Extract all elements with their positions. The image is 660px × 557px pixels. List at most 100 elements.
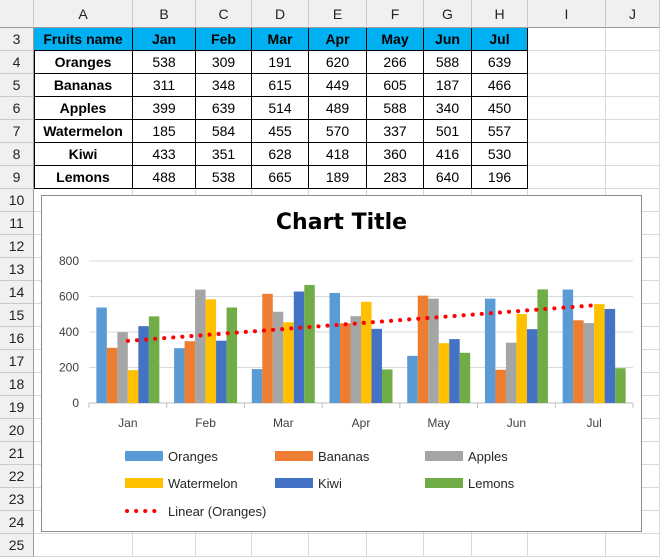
cell[interactable]	[606, 51, 660, 74]
cell[interactable]	[528, 120, 606, 143]
value-cell[interactable]: 488	[133, 166, 196, 189]
value-cell[interactable]: 570	[309, 120, 367, 143]
value-cell[interactable]: 489	[309, 97, 367, 120]
value-cell[interactable]: 557	[472, 120, 528, 143]
cell[interactable]	[252, 534, 309, 557]
cell[interactable]	[606, 28, 660, 51]
value-cell[interactable]: 311	[133, 74, 196, 97]
row-header-18[interactable]: 18	[0, 373, 34, 396]
cell[interactable]	[367, 534, 424, 557]
cell[interactable]	[528, 166, 606, 189]
row-header-8[interactable]: 8	[0, 143, 34, 166]
value-cell[interactable]: 455	[252, 120, 309, 143]
value-cell[interactable]: 588	[424, 51, 472, 74]
value-cell[interactable]: 514	[252, 97, 309, 120]
cell[interactable]	[606, 97, 660, 120]
row-header-9[interactable]: 9	[0, 166, 34, 189]
row-header-6[interactable]: 6	[0, 97, 34, 120]
cell[interactable]	[528, 51, 606, 74]
value-cell[interactable]: 605	[367, 74, 424, 97]
fruit-name-cell[interactable]: Kiwi	[34, 143, 133, 166]
row-header-23[interactable]: 23	[0, 488, 34, 511]
value-cell[interactable]: 615	[252, 74, 309, 97]
table-header-cell[interactable]: Apr	[309, 28, 367, 51]
row-header-17[interactable]: 17	[0, 350, 34, 373]
value-cell[interactable]: 340	[424, 97, 472, 120]
value-cell[interactable]: 450	[472, 97, 528, 120]
cell[interactable]	[606, 74, 660, 97]
value-cell[interactable]: 501	[424, 120, 472, 143]
row-header-13[interactable]: 13	[0, 258, 34, 281]
row-header-22[interactable]: 22	[0, 465, 34, 488]
cell[interactable]	[528, 74, 606, 97]
value-cell[interactable]: 351	[196, 143, 252, 166]
value-cell[interactable]: 584	[196, 120, 252, 143]
value-cell[interactable]: 191	[252, 51, 309, 74]
column-header-g[interactable]: G	[424, 0, 472, 28]
value-cell[interactable]: 189	[309, 166, 367, 189]
row-header-14[interactable]: 14	[0, 281, 34, 304]
value-cell[interactable]: 187	[424, 74, 472, 97]
value-cell[interactable]: 588	[367, 97, 424, 120]
column-header-f[interactable]: F	[367, 0, 424, 28]
value-cell[interactable]: 538	[133, 51, 196, 74]
cell[interactable]	[424, 534, 472, 557]
chart-area[interactable]: Chart Title 0 200 400 600 800 Jan Feb Mar Apr May…	[41, 195, 642, 532]
cell[interactable]	[606, 166, 660, 189]
cell[interactable]	[528, 28, 606, 51]
value-cell[interactable]: 266	[367, 51, 424, 74]
row-header-21[interactable]: 21	[0, 442, 34, 465]
value-cell[interactable]: 360	[367, 143, 424, 166]
cell[interactable]	[34, 534, 133, 557]
cell[interactable]	[606, 143, 660, 166]
fruit-name-cell[interactable]: Bananas	[34, 74, 133, 97]
row-header-3[interactable]: 3	[0, 28, 34, 51]
value-cell[interactable]: 348	[196, 74, 252, 97]
cell[interactable]	[606, 120, 660, 143]
table-header-cell[interactable]: Jul	[472, 28, 528, 51]
select-all-corner[interactable]	[0, 0, 34, 28]
row-header-12[interactable]: 12	[0, 235, 34, 258]
row-header-20[interactable]: 20	[0, 419, 34, 442]
table-header-cell[interactable]: May	[367, 28, 424, 51]
column-header-b[interactable]: B	[133, 0, 196, 28]
cell[interactable]	[528, 143, 606, 166]
row-header-24[interactable]: 24	[0, 511, 34, 534]
value-cell[interactable]: 337	[367, 120, 424, 143]
value-cell[interactable]: 283	[367, 166, 424, 189]
value-cell[interactable]: 196	[472, 166, 528, 189]
cell[interactable]	[196, 534, 252, 557]
value-cell[interactable]: 309	[196, 51, 252, 74]
table-header-cell[interactable]: Mar	[252, 28, 309, 51]
column-header-c[interactable]: C	[196, 0, 252, 28]
cell[interactable]	[528, 534, 606, 557]
table-header-cell[interactable]: Jun	[424, 28, 472, 51]
value-cell[interactable]: 418	[309, 143, 367, 166]
row-header-19[interactable]: 19	[0, 396, 34, 419]
row-header-10[interactable]: 10	[0, 189, 34, 212]
value-cell[interactable]: 620	[309, 51, 367, 74]
value-cell[interactable]: 449	[309, 74, 367, 97]
row-header-15[interactable]: 15	[0, 304, 34, 327]
column-header-e[interactable]: E	[309, 0, 367, 28]
row-header-16[interactable]: 16	[0, 327, 34, 350]
row-header-5[interactable]: 5	[0, 74, 34, 97]
value-cell[interactable]: 433	[133, 143, 196, 166]
value-cell[interactable]: 639	[472, 51, 528, 74]
table-header-cell[interactable]: Jan	[133, 28, 196, 51]
value-cell[interactable]: 185	[133, 120, 196, 143]
fruit-name-cell[interactable]: Oranges	[34, 51, 133, 74]
fruit-name-cell[interactable]: Watermelon	[34, 120, 133, 143]
value-cell[interactable]: 538	[196, 166, 252, 189]
value-cell[interactable]: 416	[424, 143, 472, 166]
value-cell[interactable]: 628	[252, 143, 309, 166]
column-header-d[interactable]: D	[252, 0, 309, 28]
column-header-j[interactable]: J	[606, 0, 660, 28]
value-cell[interactable]: 665	[252, 166, 309, 189]
value-cell[interactable]: 399	[133, 97, 196, 120]
row-header-11[interactable]: 11	[0, 212, 34, 235]
value-cell[interactable]: 640	[424, 166, 472, 189]
row-header-4[interactable]: 4	[0, 51, 34, 74]
table-header-cell[interactable]: Feb	[196, 28, 252, 51]
value-cell[interactable]: 639	[196, 97, 252, 120]
